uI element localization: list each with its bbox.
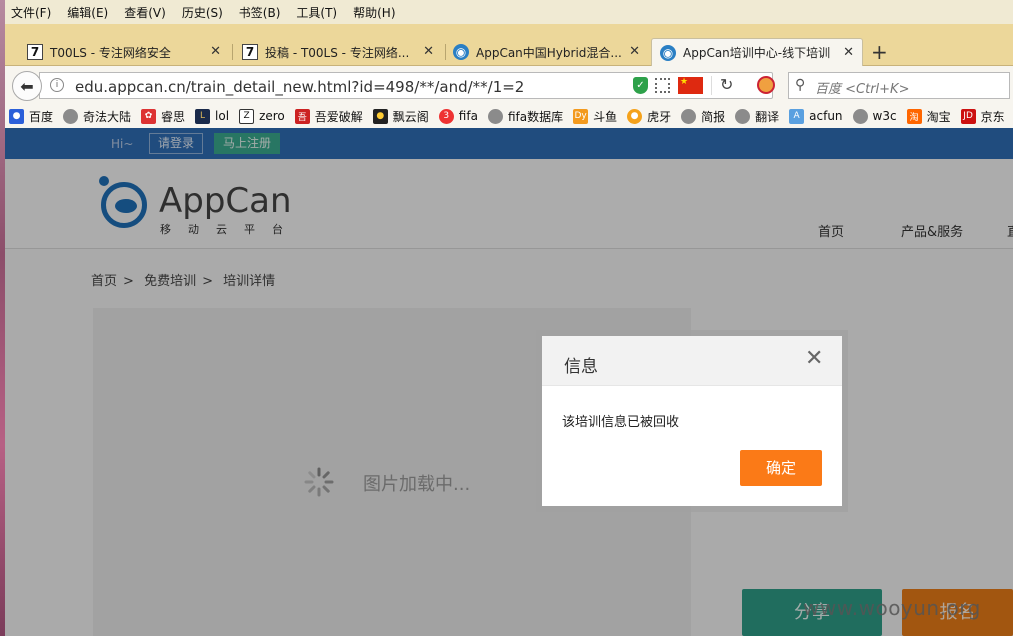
menu-view[interactable]: 查看(V) <box>124 4 166 21</box>
appcan-icon: ◉ <box>660 44 676 61</box>
modal-overlay[interactable] <box>5 128 1013 636</box>
bookmark-item[interactable]: 吾吾爱破解 <box>294 108 363 125</box>
globe-icon <box>681 108 697 124</box>
globe-icon <box>852 108 868 124</box>
close-tab-icon[interactable]: ✕ <box>423 44 434 59</box>
dialog-message: 该培训信息已被回收 <box>562 415 680 430</box>
menu-file[interactable]: 文件(F) <box>11 4 51 21</box>
52pojie-icon: 吾 <box>294 108 310 124</box>
url-bar[interactable]: i edu.appcan.cn/train_detail_new.html?id… <box>39 72 773 99</box>
acfun-icon: A <box>789 108 805 124</box>
menu-bookmarks[interactable]: 书签(B) <box>239 4 281 21</box>
menu-help[interactable]: 帮助(H) <box>353 4 395 21</box>
info-dialog: 信息 ✕ 该培训信息已被回收 确定 <box>542 336 842 506</box>
arrow-left-icon: ⬅ <box>20 76 34 96</box>
close-icon[interactable]: ✕ <box>805 348 823 370</box>
close-tab-icon[interactable]: ✕ <box>843 45 854 60</box>
bookmark-item[interactable]: ● 百度 <box>9 108 53 125</box>
bookmark-item[interactable]: 翻译 <box>735 108 779 125</box>
ruisi-icon: ✿ <box>141 108 157 124</box>
dialog-title: 信息 <box>564 357 598 377</box>
menu-bar: 文件(F) 编辑(E) 查看(V) 历史(S) 书签(B) 工具(T) 帮助(H… <box>5 0 1013 24</box>
taobao-icon: 淘 <box>906 108 922 124</box>
qrcode-icon[interactable] <box>655 78 670 93</box>
globe-icon <box>63 108 79 124</box>
tab-strip: 7 T00LS - 专注网络安全 ✕ 7 投稿 - T00LS - 专注网络..… <box>5 24 1013 66</box>
dialog-header: 信息 ✕ <box>542 336 842 386</box>
bookmark-item[interactable]: Llol <box>195 108 229 124</box>
bookmark-item[interactable]: JD 京东 <box>960 108 1005 125</box>
shield-icon[interactable]: ✓ <box>633 77 648 94</box>
bookmark-item[interactable]: ● 虎牙 <box>627 108 671 125</box>
bookmark-item[interactable]: ✿ 睿思 <box>141 108 185 125</box>
bookmark-item[interactable]: 简报 <box>681 108 725 125</box>
bookmark-item[interactable]: Aacfun <box>789 108 843 124</box>
bookmark-item[interactable]: w3c <box>852 108 897 124</box>
tab-tools[interactable]: 7 T00LS - 专注网络安全 ✕ <box>19 38 229 66</box>
globe-icon <box>487 108 503 124</box>
tools-icon: 7 <box>242 44 258 60</box>
tab-appcan-hybrid[interactable]: ◉ AppCan中国Hybrid混合... ✕ <box>445 38 648 66</box>
zero-icon: Z <box>239 108 255 124</box>
lol-icon: L <box>195 108 211 124</box>
back-button[interactable]: ⬅ <box>12 71 42 101</box>
close-tab-icon[interactable]: ✕ <box>629 44 640 59</box>
bookmark-item[interactable]: ● 飘云阁 <box>372 108 429 125</box>
tools-icon: 7 <box>27 44 43 60</box>
tab-label: T00LS - 专注网络安全 <box>50 45 171 60</box>
bookmark-item[interactable]: Zzero <box>239 108 285 124</box>
new-tab-button[interactable]: + <box>871 40 888 64</box>
watermark: www.wooyun.org <box>803 596 981 620</box>
menu-history[interactable]: 历史(S) <box>182 4 223 21</box>
bookmarks-bar: ● 百度 奇法大陆 ✿ 睿思 Llol Zzero 吾吾爱破解 ● 飘云阁 3 fifa… <box>5 104 1013 128</box>
nav-bar: i edu.appcan.cn/train_detail_new.html?id… <box>5 66 1013 104</box>
menu-tools[interactable]: 工具(T) <box>296 4 337 21</box>
bookmark-item[interactable]: fifa数据库 <box>487 108 563 125</box>
url-text[interactable]: edu.appcan.cn/train_detail_new.html?id=4… <box>75 78 524 96</box>
tab-submit[interactable]: 7 投稿 - T00LS - 专注网络... ✕ <box>234 38 442 66</box>
reload-icon[interactable]: ↻ <box>720 75 733 94</box>
china-flag-icon[interactable]: ★ <box>678 77 703 94</box>
search-icon: ⚲ <box>795 77 806 93</box>
tab-label: AppCan培训中心-线下培训 <box>683 46 831 60</box>
jd-icon: JD <box>960 108 976 124</box>
huya-icon: ● <box>627 108 643 124</box>
close-tab-icon[interactable]: ✕ <box>210 44 221 59</box>
menu-edit[interactable]: 编辑(E) <box>67 4 108 21</box>
bookmark-item[interactable]: Dy 斗鱼 <box>573 108 617 125</box>
bookmark-item[interactable]: 3 fifa <box>438 108 478 124</box>
ok-button[interactable]: 确定 <box>740 450 822 486</box>
info-icon[interactable]: i <box>50 78 64 92</box>
douyu-icon: Dy <box>573 108 589 124</box>
search-bar[interactable]: ⚲ 百度 <Ctrl+K> <box>788 72 1010 99</box>
tab-appcan-training[interactable]: ◉ AppCan培训中心-线下培训 ✕ <box>651 38 863 66</box>
tab-label: 投稿 - T00LS - 专注网络... <box>265 45 410 60</box>
globe-icon <box>735 108 751 124</box>
tab-label: AppCan中国Hybrid混合... <box>476 45 622 60</box>
bookmark-item[interactable]: 奇法大陆 <box>63 108 131 125</box>
piaoyun-icon: ● <box>372 108 388 124</box>
fifa-icon: 3 <box>438 108 454 124</box>
appcan-icon: ◉ <box>453 44 469 60</box>
search-placeholder: 百度 <Ctrl+K> <box>815 82 910 97</box>
baidu-icon: ● <box>9 108 24 124</box>
adblock-icon[interactable] <box>757 76 775 94</box>
bookmark-item[interactable]: 淘淘宝 <box>906 108 951 125</box>
